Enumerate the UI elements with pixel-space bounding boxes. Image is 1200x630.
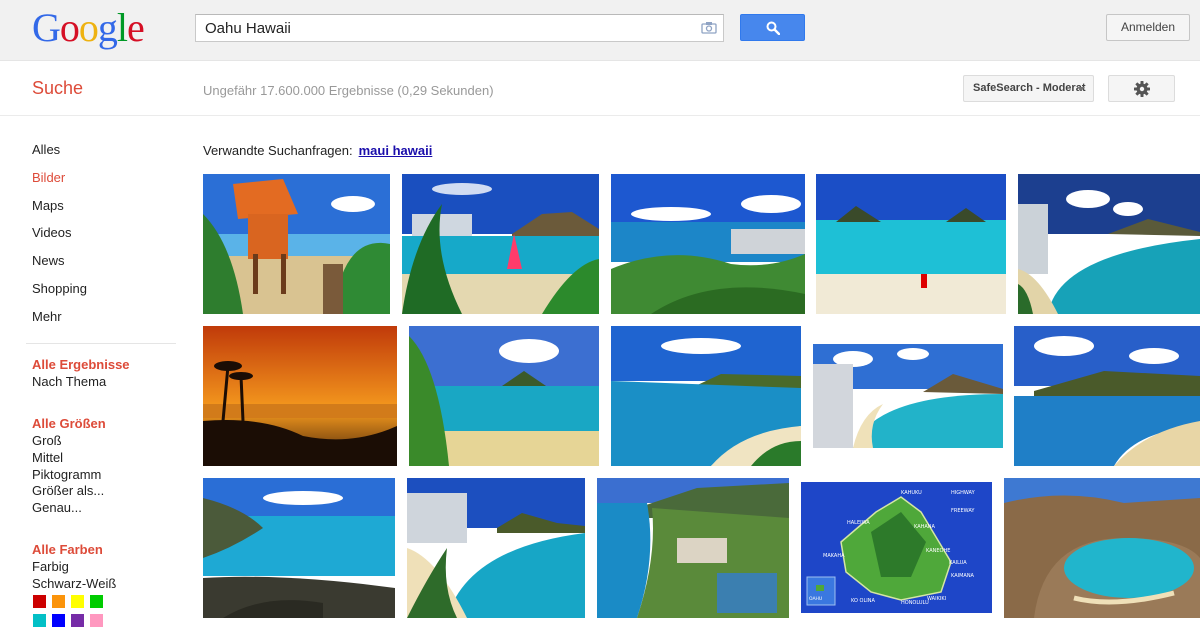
- map-label-kaneohe: KANEOHE: [926, 548, 950, 554]
- map-label-makaha: MAKAHA: [823, 553, 845, 559]
- nav-item-news[interactable]: News: [32, 253, 65, 268]
- image-result[interactable]: [409, 326, 599, 466]
- map-label-kailua: KAILUA: [949, 560, 967, 566]
- image-result[interactable]: [813, 344, 1003, 448]
- nav-item-mehr[interactable]: Mehr: [32, 309, 62, 324]
- search-button[interactable]: [740, 14, 805, 41]
- signin-button[interactable]: Anmelden: [1106, 14, 1190, 41]
- map-label-kahuku: KAHUKU: [901, 490, 922, 496]
- filter-color-full[interactable]: Farbig: [32, 559, 69, 574]
- image-result[interactable]: [1018, 174, 1200, 314]
- filter-size-exact[interactable]: Genau...: [32, 500, 82, 515]
- filter-size-medium[interactable]: Mittel: [32, 450, 63, 465]
- filter-by-topic[interactable]: Nach Thema: [32, 374, 106, 389]
- nav-divider: [26, 343, 176, 344]
- image-result[interactable]: [203, 326, 397, 466]
- logo-letter: e: [127, 5, 145, 50]
- map-legend-highway: HIGHWAY: [951, 490, 976, 496]
- image-result[interactable]: [816, 174, 1006, 314]
- logo-letter: g: [97, 5, 118, 50]
- logo-letter: o: [78, 5, 99, 50]
- nav-item-maps[interactable]: Maps: [32, 198, 64, 213]
- gear-icon: [1134, 81, 1150, 97]
- related-searches: Verwandte Suchanfragen: maui hawaii: [203, 143, 432, 158]
- map-label-kaimana: KAIMANA: [951, 573, 975, 579]
- filter-all-colors[interactable]: Alle Farben: [32, 542, 103, 557]
- map-label-oahu: OAHU: [809, 596, 822, 602]
- result-stats: Ungefähr 17.600.000 Ergebnisse (0,29 Sek…: [203, 83, 494, 98]
- google-logo[interactable]: Google: [32, 5, 145, 50]
- image-result[interactable]: [203, 174, 390, 314]
- logo-letter: G: [32, 5, 61, 50]
- color-swatch-yellow[interactable]: [71, 595, 84, 608]
- image-result[interactable]: [203, 478, 395, 618]
- safesearch-dropdown[interactable]: SafeSearch - Moderat: [963, 75, 1094, 102]
- nav-item-alles[interactable]: Alles: [32, 142, 60, 157]
- map-label-haleiwa: HALEIWA: [847, 520, 870, 526]
- color-swatch-purple[interactable]: [71, 614, 84, 627]
- image-result[interactable]: [597, 478, 789, 618]
- filter-all-sizes[interactable]: Alle Größen: [32, 416, 106, 431]
- camera-icon[interactable]: [701, 21, 717, 34]
- search-input[interactable]: [196, 15, 686, 41]
- nav-item-videos[interactable]: Videos: [32, 225, 72, 240]
- color-swatch-orange[interactable]: [52, 595, 65, 608]
- logo-letter: o: [59, 5, 80, 50]
- map-label-honolulu: HONOLULU: [901, 600, 929, 606]
- oahu-map-image[interactable]: KAHUKU HALEIWA KAHANA MAKAHA KANEOHE KAI…: [801, 482, 992, 613]
- map-label-waikiki: WAIKIKI: [927, 596, 946, 602]
- nav-item-shopping[interactable]: Shopping: [32, 281, 87, 296]
- image-result[interactable]: [1004, 478, 1200, 618]
- map-legend-freeway: FREEWAY: [951, 508, 975, 514]
- image-result[interactable]: [1014, 326, 1200, 466]
- image-result[interactable]: [407, 478, 585, 618]
- safesearch-label: SafeSearch - Moderat: [973, 82, 1086, 94]
- image-result[interactable]: [402, 174, 599, 314]
- sub-bar: Suche Ungefähr 17.600.000 Ergebnisse (0,…: [0, 62, 1200, 116]
- image-result[interactable]: [611, 174, 805, 314]
- color-swatch-red[interactable]: [33, 595, 46, 608]
- color-swatch-teal[interactable]: [33, 614, 46, 627]
- filter-all-results[interactable]: Alle Ergebnisse: [32, 357, 130, 372]
- color-swatch-blue[interactable]: [52, 614, 65, 627]
- settings-button[interactable]: [1108, 75, 1175, 102]
- filter-color-bw[interactable]: Schwarz-Weiß: [32, 576, 116, 591]
- nav-item-bilder[interactable]: Bilder: [32, 170, 65, 185]
- map-label-ko-olina: KO OLINA: [851, 598, 875, 604]
- magnifier-icon: [766, 21, 780, 35]
- filter-size-icon[interactable]: Piktogramm: [32, 467, 101, 482]
- color-swatch-green[interactable]: [90, 595, 103, 608]
- filter-size-large[interactable]: Groß: [32, 433, 62, 448]
- top-bar: Google Anmelden: [0, 0, 1200, 61]
- filter-size-larger-than[interactable]: Größer als...: [32, 483, 104, 498]
- section-title: Suche: [32, 78, 84, 98]
- chevron-down-icon: [1077, 87, 1085, 91]
- logo-letter: l: [116, 5, 128, 50]
- search-box: [195, 14, 724, 42]
- map-label-kahana: KAHANA: [914, 524, 936, 530]
- image-result[interactable]: [611, 326, 801, 466]
- related-label: Verwandte Suchanfragen:: [203, 143, 353, 158]
- related-link[interactable]: maui hawaii: [359, 143, 433, 158]
- color-swatch-pink[interactable]: [90, 614, 103, 627]
